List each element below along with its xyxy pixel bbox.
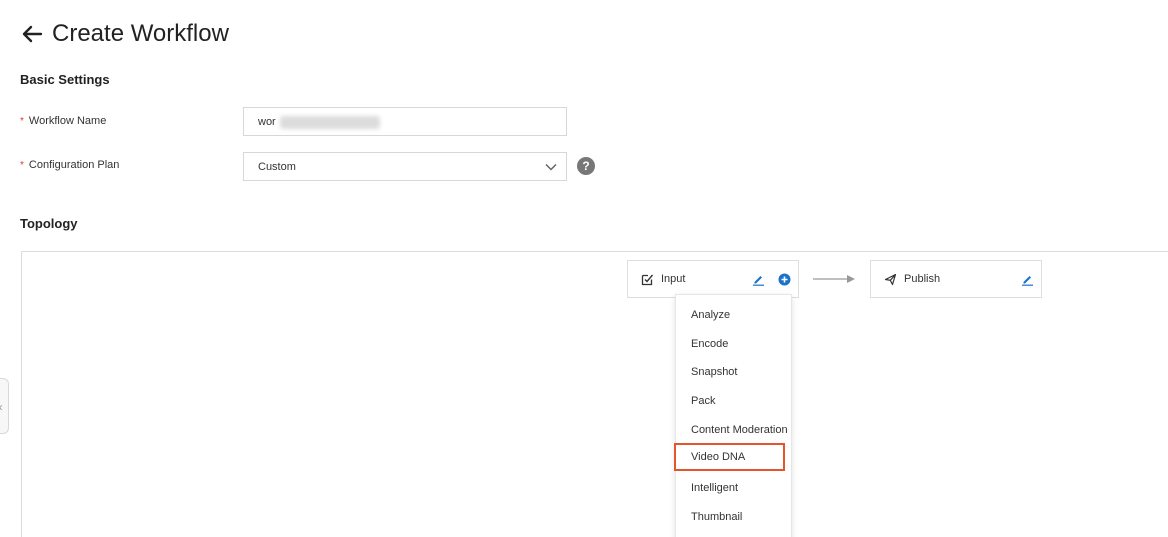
workflow-name-value: wor xyxy=(258,116,276,128)
node-label-input: Input xyxy=(661,273,686,285)
menu-item-analyze[interactable]: Analyze xyxy=(676,301,793,329)
back-button[interactable] xyxy=(20,22,44,46)
menu-item-encode[interactable]: Encode xyxy=(676,330,793,358)
configuration-plan-label: * Configuration Plan xyxy=(20,159,120,171)
required-mark: * xyxy=(20,160,24,171)
add-node-icon[interactable] xyxy=(778,273,791,286)
menu-item-snapshot[interactable]: Snapshot xyxy=(676,358,793,386)
chevron-down-icon xyxy=(545,163,557,171)
menu-item-thumbnail[interactable]: Thumbnail xyxy=(676,503,793,531)
section-title-topology: Topology xyxy=(20,216,78,231)
section-title-basic-settings: Basic Settings xyxy=(20,72,110,87)
node-label-publish: Publish xyxy=(904,273,941,285)
checkbox-edit-icon xyxy=(641,274,654,286)
configuration-plan-select[interactable]: Custom xyxy=(243,152,567,181)
sidebar-toggle[interactable]: « xyxy=(0,378,9,434)
topology-node-input[interactable]: Input xyxy=(627,260,799,298)
topology-node-publish[interactable]: Publish xyxy=(870,260,1042,298)
menu-item-pack[interactable]: Pack xyxy=(676,387,793,415)
required-mark: * xyxy=(20,116,24,127)
arrow-left-icon xyxy=(22,25,43,43)
menu-item-video-dna[interactable]: Video DNA xyxy=(674,443,785,471)
page-title: Create Workflow xyxy=(52,20,229,47)
help-icon[interactable]: ? xyxy=(577,157,595,175)
menu-item-content-moderation[interactable]: Content Moderation xyxy=(676,416,793,444)
edit-icon[interactable] xyxy=(752,273,765,286)
paper-plane-icon xyxy=(884,273,897,286)
workflow-name-label: * Workflow Name xyxy=(20,115,107,127)
add-node-menu: Analyze Encode Snapshot Pack Content Mod… xyxy=(674,294,793,537)
redacted-text xyxy=(280,116,380,129)
menu-item-intelligent[interactable]: Intelligent xyxy=(676,474,793,502)
workflow-name-input[interactable]: wor xyxy=(243,107,567,136)
configuration-plan-value: Custom xyxy=(258,161,296,173)
connector-arrow-icon xyxy=(813,275,855,283)
edit-icon[interactable] xyxy=(1021,273,1034,286)
page-header: Create Workflow xyxy=(20,18,229,50)
